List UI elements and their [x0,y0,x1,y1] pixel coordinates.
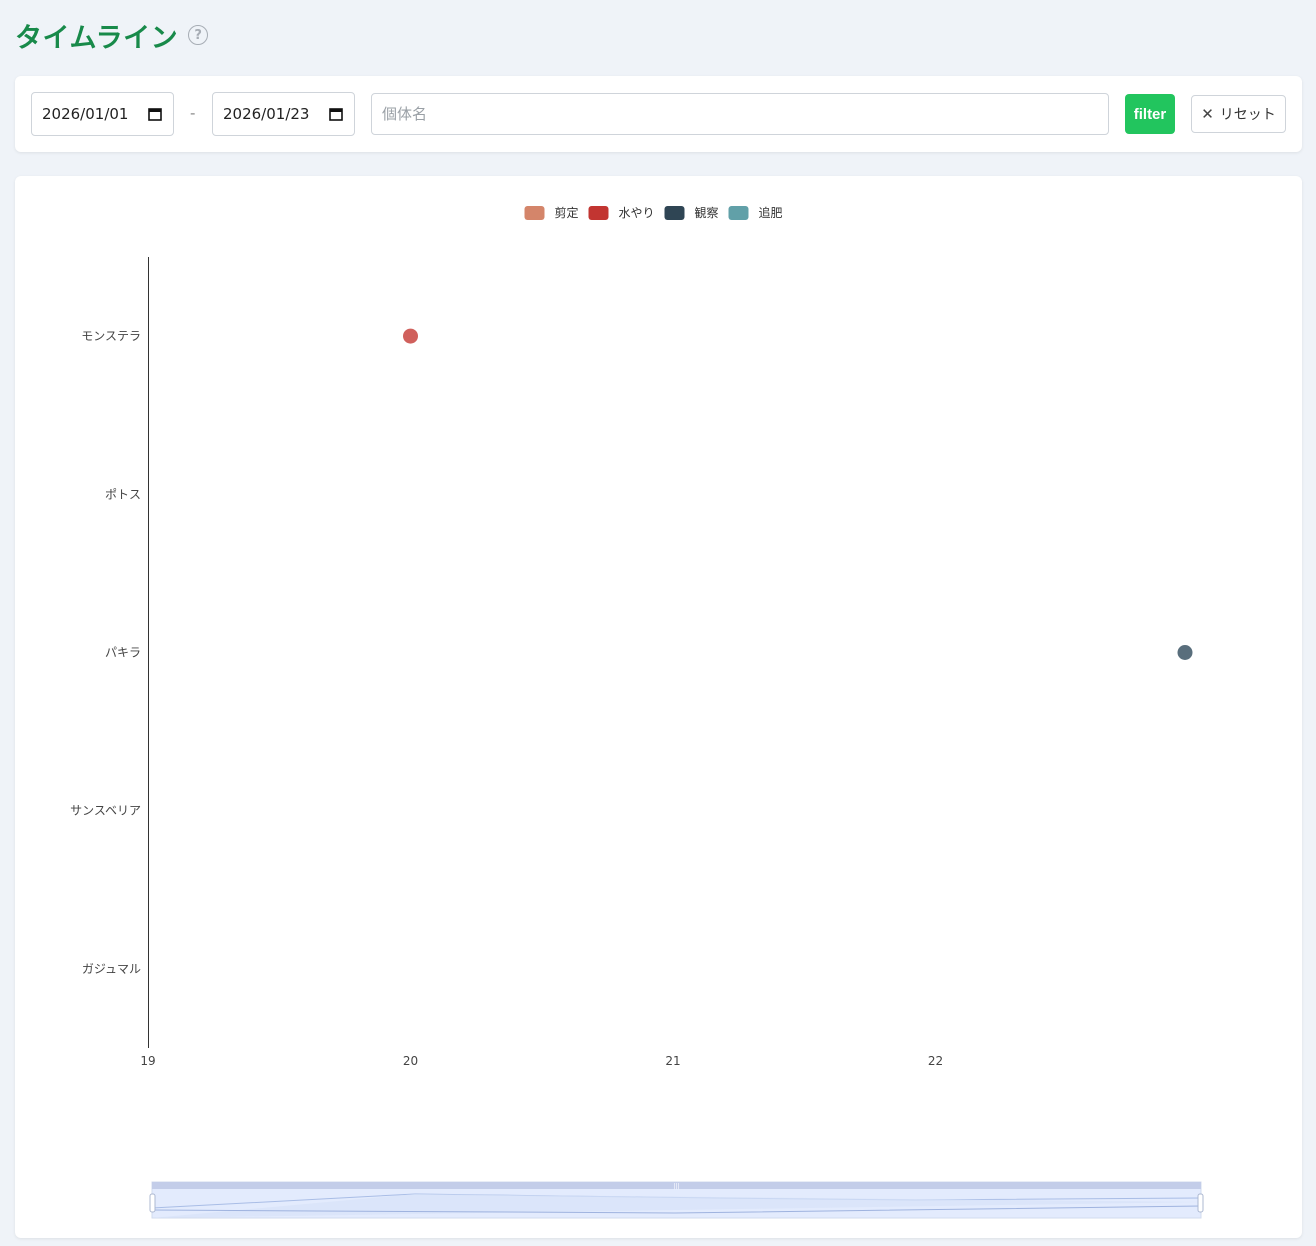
legend-item[interactable]: 剪定 [524,205,579,220]
page-header: タイムライン ? [15,17,209,54]
x-tick-label: 19 [140,1054,155,1068]
legend-swatch [664,206,685,220]
data-zoom-handle-left[interactable] [149,1193,156,1213]
y-tick-label: パキラ [105,646,141,660]
end-date-value: 2026/01/23 [223,105,310,123]
timeline-chart-card: 剪定 水やり 観察 追肥モンステラポトスパキラサンスベリアガジュマル 19 20 21 22 |… [15,176,1302,1238]
filter-button[interactable]: filter [1125,94,1175,134]
end-date-input[interactable]: 2026/01/23 [212,92,355,136]
filter-bar: 2026/01/01 - 2026/01/23 filter ✕ リセット [15,76,1302,152]
question-circle-icon[interactable]: ? [188,25,209,45]
legend-item[interactable]: 水やり [588,206,655,220]
x-tick-label: 21 [665,1054,680,1068]
y-tick-label: サンスベリア [70,804,141,818]
x-tick-label: 22 [928,1054,943,1068]
date-separator: - [190,104,196,122]
y-tick-label: ポトス [105,487,141,501]
start-date-value: 2026/01/01 [42,105,129,123]
start-date-input[interactable]: 2026/01/01 [31,92,174,136]
calendar-icon[interactable] [329,107,343,121]
legend-swatch [524,206,545,220]
data-zoom-grip-icon[interactable]: ||| [673,1183,679,1190]
reset-label: リセット [1219,107,1276,123]
legend-swatch [588,206,609,220]
legend-label: 剪定 [555,205,579,220]
y-tick-label: ガジュマル [82,962,141,976]
name-search-input[interactable] [371,93,1109,135]
legend-item[interactable]: 追肥 [728,205,783,220]
calendar-icon[interactable] [148,107,162,121]
legend-label: 追肥 [759,205,783,220]
page-title: タイムライン [15,22,179,54]
data-point[interactable] [1177,645,1193,660]
legend-label: 水やり [619,206,655,220]
y-tick-label: モンステラ [81,329,141,343]
data-zoom-handle-right[interactable] [1197,1193,1204,1213]
timeline-chart: 剪定 水やり 観察 追肥モンステラポトスパキラサンスベリアガジュマル 19 20 21 22 |… [70,205,1204,1219]
legend-label: 観察 [695,206,719,220]
legend-swatch [728,206,749,220]
close-icon: ✕ [1201,105,1214,123]
x-tick-label: 20 [403,1054,418,1068]
data-point[interactable] [403,328,418,344]
reset-button[interactable]: ✕ リセット [1191,95,1286,133]
legend-item[interactable]: 観察 [664,206,719,220]
